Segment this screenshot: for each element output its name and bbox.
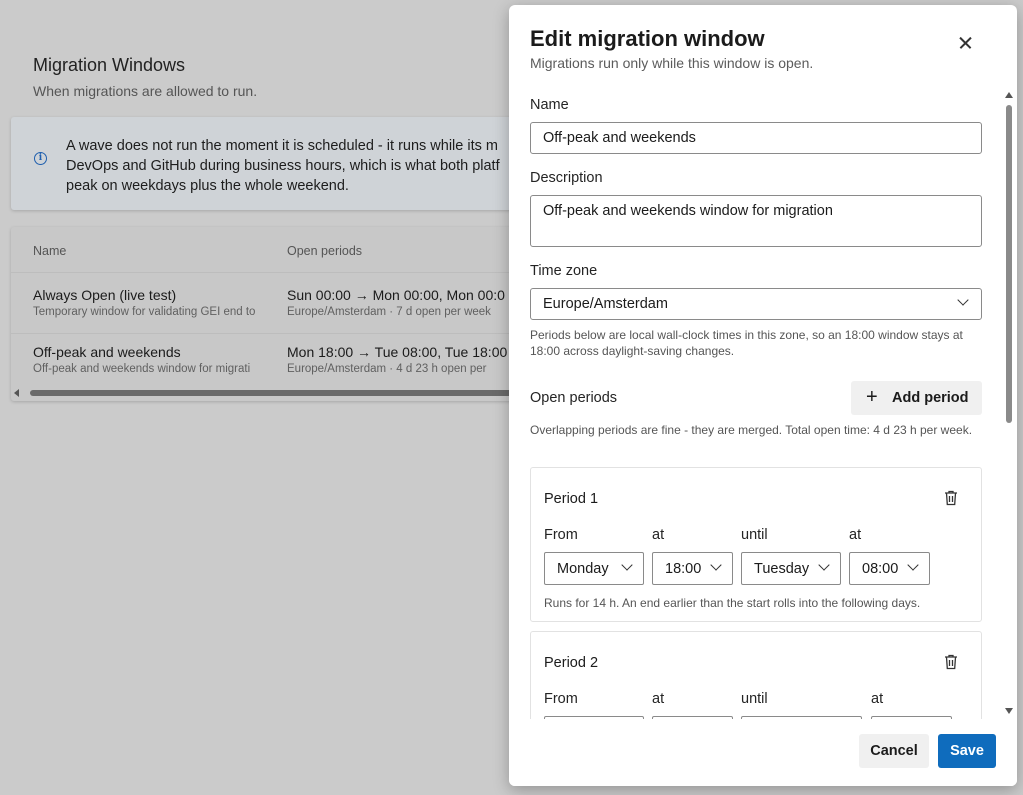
scrollbar-thumb[interactable] — [1006, 105, 1012, 423]
save-button[interactable]: Save — [938, 734, 996, 768]
chevron-down-icon — [818, 559, 830, 571]
row-description: Off-peak and weekends window for migrati — [33, 363, 251, 375]
chevron-down-icon — [907, 559, 919, 571]
plus-icon: + — [866, 386, 878, 408]
row-name: Always Open (live test) — [33, 287, 177, 303]
info-line: A wave does not run the moment it is sch… — [66, 138, 498, 154]
info-icon: i — [34, 152, 47, 165]
from-label: From — [544, 527, 578, 543]
open-periods-help: Overlapping periods are fine - they are … — [530, 423, 973, 437]
row-periods-sub: Europe/Amsterdam · 7 d open per week — [287, 306, 491, 318]
period-card: Period 2 From at until at — [530, 631, 982, 719]
from-time-value: 18:00 — [665, 561, 702, 577]
edit-migration-window-panel: Edit migration window Migrations run onl… — [509, 5, 1017, 786]
panel-footer: Cancel Save — [509, 719, 1017, 786]
until-day-select[interactable]: Tuesday — [741, 552, 841, 585]
from-day-value: Monday — [557, 561, 609, 577]
scroll-left-arrow[interactable] — [14, 389, 19, 397]
page-subtitle: When migrations are allowed to run. — [33, 83, 258, 99]
vertical-scrollbar[interactable] — [1001, 87, 1017, 719]
horizontal-scrollbar[interactable] — [11, 387, 531, 401]
panel-scroll-area: Name Off-peak and weekends Description O… — [509, 87, 1017, 719]
period-title: Period 2 — [544, 655, 599, 671]
timezone-value: Europe/Amsterdam — [543, 296, 668, 312]
until-day-value: Tuesday — [754, 561, 810, 577]
at-label: at — [871, 691, 884, 707]
scrollbar-thumb[interactable] — [30, 390, 530, 396]
chevron-down-icon — [957, 294, 969, 306]
row-periods: Sun 00:00 → Mon 00:00, Mon 00:0 — [287, 287, 505, 303]
scroll-up-arrow[interactable] — [1005, 92, 1013, 98]
period-duration-help: Runs for 14 h. An end earlier than the s… — [544, 596, 921, 610]
until-time-value: 08:00 — [862, 561, 899, 577]
row-divider — [11, 333, 531, 334]
trash-icon[interactable] — [943, 489, 959, 507]
at-label: at — [849, 527, 862, 543]
chevron-down-icon — [710, 559, 722, 571]
row-description: Temporary window for validating GEI end … — [33, 306, 256, 318]
chevron-down-icon — [621, 559, 633, 571]
windows-table: Name Open periods Always Open (live test… — [11, 227, 531, 401]
row-name: Off-peak and weekends — [33, 344, 181, 360]
at-label: at — [652, 527, 665, 543]
info-line: DevOps and GitHub during business hours,… — [66, 158, 500, 174]
info-banner-text: A wave does not run the moment it is sch… — [66, 136, 531, 196]
description-field[interactable]: Off-peak and weekends window for migrati… — [530, 195, 982, 247]
column-header-name[interactable]: Name — [33, 244, 281, 258]
until-label: until — [741, 691, 768, 707]
description-label: Description — [530, 170, 603, 186]
period-card: Period 1 From at until at Monday 18:00 T… — [530, 467, 982, 622]
from-label: From — [544, 691, 578, 707]
from-day-select[interactable]: Monday — [544, 552, 644, 585]
scroll-down-arrow[interactable] — [1005, 708, 1013, 714]
until-time-select[interactable]: 08:00 — [849, 552, 930, 585]
name-label: Name — [530, 97, 569, 113]
column-header-open-periods[interactable]: Open periods — [287, 244, 362, 258]
name-field[interactable]: Off-peak and weekends — [530, 122, 982, 154]
panel-title: Edit migration window — [530, 26, 765, 51]
info-banner: i A wave does not run the moment it is s… — [11, 117, 531, 210]
timezone-label: Time zone — [530, 263, 598, 279]
cancel-button[interactable]: Cancel — [859, 734, 929, 768]
timezone-help: Periods below are local wall-clock times… — [530, 328, 963, 358]
row-periods-sub: Europe/Amsterdam · 4 d 23 h open per — [287, 363, 487, 375]
timezone-select[interactable]: Europe/Amsterdam — [530, 288, 982, 320]
until-label: until — [741, 527, 768, 543]
add-period-label: Add period — [892, 390, 969, 406]
row-divider — [11, 272, 531, 273]
add-period-button[interactable]: + Add period — [851, 381, 982, 415]
at-label: at — [652, 691, 665, 707]
close-icon[interactable] — [954, 31, 978, 55]
page-title: Migration Windows — [33, 55, 186, 75]
info-line: peak on weekdays plus the whole weekend. — [66, 178, 349, 194]
from-time-select[interactable]: 18:00 — [652, 552, 733, 585]
open-periods-label: Open periods — [530, 390, 618, 406]
row-periods: Mon 18:00 → Tue 08:00, Tue 18:00 — [287, 344, 508, 360]
panel-subtitle: Migrations run only while this window is… — [530, 55, 814, 71]
period-title: Period 1 — [544, 491, 599, 507]
trash-icon[interactable] — [943, 653, 959, 671]
